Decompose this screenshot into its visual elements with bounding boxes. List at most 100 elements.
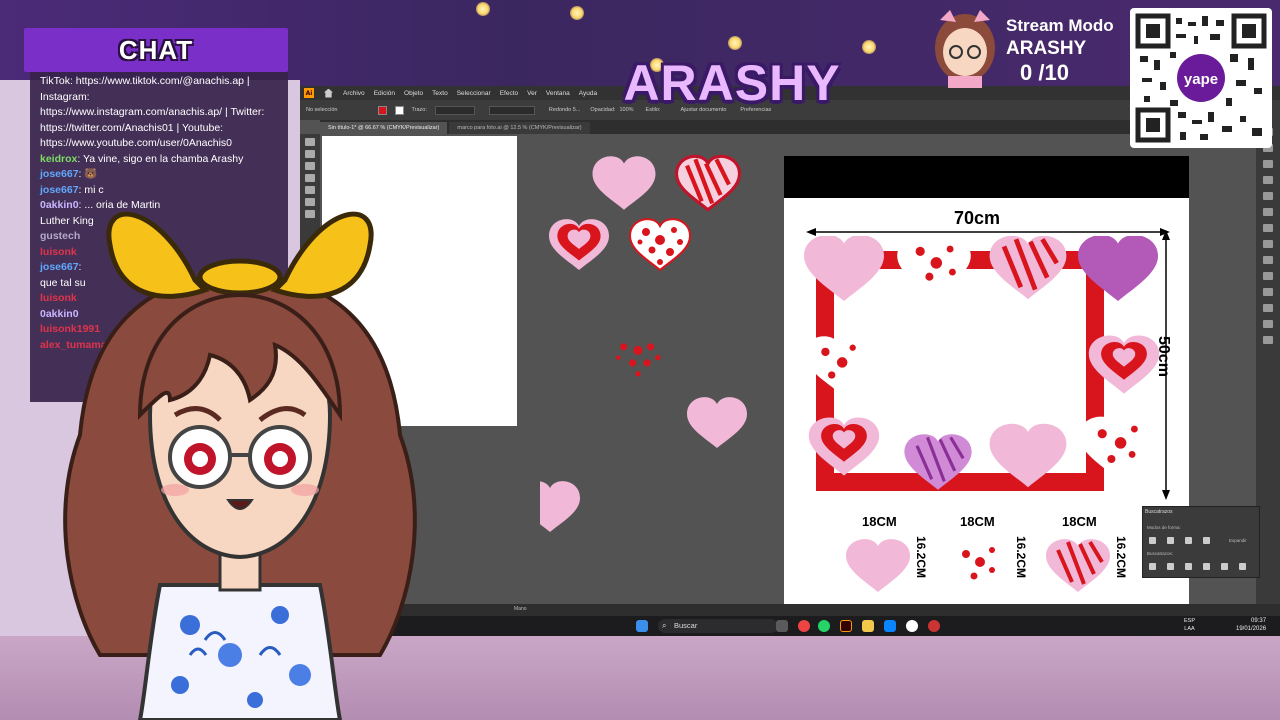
transform-panel-icon[interactable] (1263, 320, 1273, 328)
menu-texto[interactable]: Texto (432, 90, 448, 97)
language-code: ESP (1184, 618, 1196, 624)
string-light (862, 40, 876, 54)
appearance-panel-icon[interactable] (1263, 288, 1273, 296)
tab-document-1[interactable]: Sin título-1* @ 66.67 % (CMYK/Previsuali… (320, 122, 448, 134)
home-icon[interactable] (324, 88, 333, 98)
piece-width-label: 18CM (960, 514, 995, 529)
stroke-weight-field[interactable] (434, 105, 475, 115)
divide-button[interactable] (1149, 563, 1156, 570)
status-bar: Mano (300, 604, 1280, 616)
logo-text: ARASHY (623, 55, 841, 111)
brushes-panel-icon[interactable] (1263, 208, 1273, 216)
selection-tool-icon[interactable] (305, 138, 315, 146)
heart-dotted[interactable] (629, 218, 691, 271)
pathfinder-panel-icon[interactable] (1263, 336, 1273, 344)
taskbar-search[interactable]: ⌕ Buscar (658, 619, 778, 633)
menu-seleccionar[interactable]: Seleccionar (457, 90, 491, 97)
minus-front-button[interactable] (1167, 537, 1174, 544)
merge-button[interactable] (1185, 563, 1192, 570)
variable-width-field[interactable] (488, 105, 535, 115)
chat-text: : Ya vine, sigo en la chamba Arashy (77, 152, 244, 165)
menu-ver[interactable]: Ver (527, 90, 537, 97)
obs-icon[interactable] (906, 620, 918, 632)
trim-button[interactable] (1167, 563, 1174, 570)
start-icon[interactable] (636, 620, 648, 632)
brush-label[interactable]: Redondo 5... (549, 107, 581, 113)
frame-hearts (804, 236, 1160, 490)
pathfinder-title: Buscatrazos (1145, 509, 1173, 515)
chat-message: jose667: 🐻 (40, 167, 282, 183)
string-light (728, 36, 742, 50)
unite-button[interactable] (1149, 537, 1156, 544)
illustrator-logo-icon[interactable]: Ai (304, 88, 314, 98)
illustrator-taskbar-icon[interactable] (840, 620, 852, 632)
stroke-panel-icon[interactable] (1263, 240, 1273, 248)
chrome-icon[interactable] (798, 620, 810, 632)
chat-message: TikTok: https://www.tiktok.com/@anachis.… (40, 74, 282, 90)
tab-document-2[interactable]: marco para foto.ai @ 12.5 % (CMYK/Previs… (449, 122, 590, 134)
expand-button[interactable]: Expandir (1229, 538, 1247, 543)
swatches-panel-icon[interactable] (1263, 192, 1273, 200)
gradient-panel-icon[interactable] (1263, 256, 1273, 264)
chat-username: jose667 (40, 168, 79, 180)
chat-username: keidrox (40, 152, 78, 165)
outline-button[interactable] (1221, 563, 1228, 570)
menu-objeto[interactable]: Objeto (404, 90, 423, 97)
streamer-avatar-icon (935, 10, 995, 88)
chat-text: TikTok: https://www.tiktok.com/@anachis.… (40, 75, 250, 87)
heart-striped[interactable] (674, 154, 742, 212)
piece-width-label: 18CM (862, 514, 897, 529)
search-placeholder: Buscar (674, 621, 698, 630)
heart-dots-only[interactable] (615, 343, 661, 377)
chat-text: https://www.youtube.com/user/0Anachis0 (40, 137, 233, 149)
menu-efecto[interactable]: Efecto (500, 90, 518, 97)
menu-edicion[interactable]: Edición (374, 90, 395, 97)
chat-text: Instagram: (40, 90, 90, 103)
menu-ventana[interactable]: Ventana (546, 90, 570, 97)
heart-pink[interactable] (592, 156, 656, 210)
whatsapp-icon[interactable] (818, 620, 830, 632)
selection-status: No selección (306, 107, 338, 113)
language-region: LAA (1184, 626, 1195, 632)
stroke-label: Trazo: (411, 107, 427, 113)
stream-title: Stream Modo (1006, 16, 1114, 35)
align-panel-icon[interactable] (1263, 304, 1273, 312)
chat-message: https://www.instagram.com/anachis.ap/ | … (40, 105, 282, 121)
heart-layered[interactable] (549, 219, 609, 270)
fill-swatch[interactable] (377, 105, 387, 115)
type-tool-icon[interactable] (305, 174, 315, 182)
task-view-icon[interactable] (776, 620, 788, 632)
menu-ayuda[interactable]: Ayuda (579, 90, 597, 97)
vtuber-avatar (63, 211, 417, 720)
language-indicator[interactable]: ESP LAA (1184, 617, 1195, 633)
file-explorer-icon[interactable] (862, 620, 874, 632)
piece-width-label: 18CM (1062, 514, 1097, 529)
symbols-panel-icon[interactable] (1263, 224, 1273, 232)
exclude-button[interactable] (1203, 537, 1210, 544)
app-icon[interactable] (928, 620, 940, 632)
color-panel-icon[interactable] (1263, 176, 1273, 184)
reference-image: 70cm 50cm 18CM 18CM 18CM 16.2CM 16.2CM 1… (784, 156, 1189, 604)
qr-brand: yape (1184, 71, 1218, 88)
goal-counter: 0 /10 (1020, 60, 1069, 85)
clock-time: 09:37 (1251, 618, 1267, 624)
transparency-panel-icon[interactable] (1263, 272, 1273, 280)
menu-archivo[interactable]: Archivo (343, 90, 365, 97)
chat-message: Instagram: (40, 90, 282, 106)
stroke-swatch[interactable] (394, 105, 404, 115)
heart-pink-2[interactable] (687, 397, 747, 448)
crop-button[interactable] (1203, 563, 1210, 570)
heart-pink-3[interactable] (540, 481, 580, 532)
qr-pattern-icon: yape (1135, 13, 1267, 143)
stream-goal-box: Stream Modo ARASHY 0 /10 (920, 6, 1125, 88)
string-light (476, 2, 490, 16)
pen-tool-icon[interactable] (305, 162, 315, 170)
libraries-panel-icon[interactable] (1263, 160, 1273, 168)
direct-selection-tool-icon[interactable] (305, 150, 315, 158)
shape-modes-label: Modos de forma: (1147, 525, 1181, 530)
minus-back-button[interactable] (1239, 563, 1246, 570)
outlook-icon[interactable] (884, 620, 896, 632)
intersect-button[interactable] (1185, 537, 1192, 544)
chat-message: https://twitter.com/Anachis01 | Youtube: (40, 121, 282, 137)
taskbar-clock[interactable]: 09:37 19/01/2026 (1236, 617, 1266, 633)
